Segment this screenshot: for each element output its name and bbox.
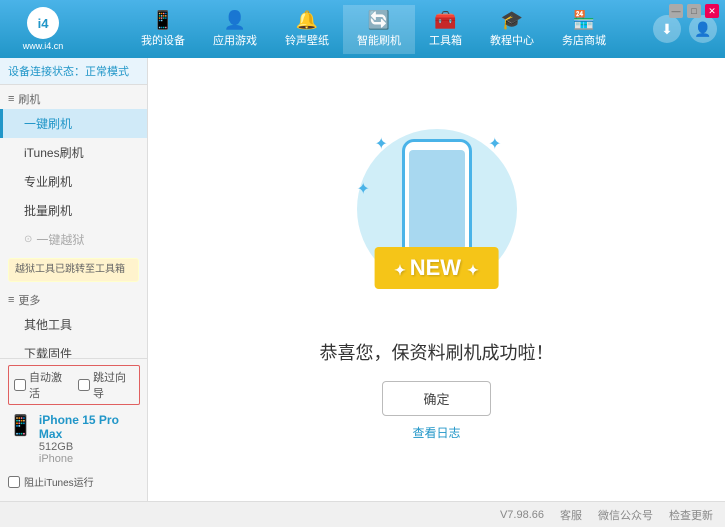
- nav-merchant[interactable]: 🏪 务店商城: [548, 5, 620, 54]
- log-link[interactable]: 查看日志: [412, 424, 460, 441]
- nav-my-device-icon: 📱: [152, 11, 174, 29]
- minimize-button[interactable]: —: [669, 4, 683, 18]
- auto-activate-row: 自动激活 跳过向导: [8, 365, 140, 405]
- jailbreak-notice: 越狱工具已跳转至工具箱: [8, 258, 139, 282]
- phone-screen: [409, 150, 465, 250]
- stop-itunes-label[interactable]: 阻止iTunes运行: [8, 470, 140, 493]
- device-icon: 📱: [8, 413, 33, 438]
- device-type: iPhone: [39, 453, 140, 465]
- header-right: ⬇ 👤: [653, 15, 717, 43]
- nav-ringtones[interactable]: 🔔 铃声壁纸: [271, 5, 343, 54]
- pro-brush-label: 专业刷机: [24, 175, 72, 189]
- download-button[interactable]: ⬇: [653, 15, 681, 43]
- section-brush-label: 刷机: [18, 91, 40, 107]
- nav-merchant-label: 务店商城: [562, 32, 606, 48]
- sidebar-item-other-tools[interactable]: 其他工具: [0, 310, 147, 339]
- nav-toolbox[interactable]: 🧰 工具箱: [415, 5, 476, 54]
- sidebar-item-jailbreak: ⊙ 一键越狱: [0, 225, 147, 254]
- main-content: ✦ ✦ ✦ NEW 恭喜您，保资料刷机成功啦！ 确定 查看日志: [148, 58, 725, 501]
- stop-itunes-text: 阻止iTunes运行: [24, 474, 94, 489]
- nav-tutorials-icon: 🎓: [501, 11, 523, 29]
- nav-my-device-label: 我的设备: [141, 32, 185, 48]
- nav-my-device[interactable]: 📱 我的设备: [127, 5, 199, 54]
- stop-itunes-row: 阻止iTunes运行: [0, 468, 148, 495]
- window-controls: — □ ✕: [669, 4, 719, 18]
- one-click-brush-label: 一键刷机: [24, 117, 72, 131]
- nav-toolbox-label: 工具箱: [429, 32, 462, 48]
- nav-smart-brush[interactable]: 🔄 智能刷机: [343, 5, 415, 54]
- nav-tutorials[interactable]: 🎓 教程中心: [476, 5, 548, 54]
- nav-ringtones-icon: 🔔: [296, 11, 318, 29]
- section-brush-icon: ≡: [8, 93, 14, 105]
- main-layout: 设备连接状态：正常模式 ≡ 刷机 一键刷机 iTunes刷机 专业刷机 批量刷机…: [0, 58, 725, 501]
- batch-brush-label: 批量刷机: [24, 204, 72, 218]
- stop-itunes-checkbox[interactable]: [8, 476, 20, 488]
- auto-activate-checkbox[interactable]: [14, 379, 26, 391]
- itunes-brush-label: iTunes刷机: [24, 146, 84, 160]
- header: i4 www.i4.cn 📱 我的设备 👤 应用游戏 🔔 铃声壁纸 🔄 智能刷机: [0, 0, 725, 58]
- sparkle-left: ✦: [357, 179, 370, 199]
- logo-subtext: www.i4.cn: [23, 41, 64, 51]
- logo-text: i4: [38, 16, 49, 31]
- nav-apps-games[interactable]: 👤 应用游戏: [199, 5, 271, 54]
- auto-activate-label[interactable]: 自动激活: [14, 369, 70, 401]
- logo-icon: i4: [27, 7, 59, 39]
- other-tools-label: 其他工具: [24, 318, 72, 332]
- nav-apps-games-label: 应用游戏: [213, 32, 257, 48]
- sidebar: 设备连接状态：正常模式 ≡ 刷机 一键刷机 iTunes刷机 专业刷机 批量刷机…: [0, 58, 148, 501]
- new-label: NEW: [410, 255, 461, 280]
- confirm-button[interactable]: 确定: [382, 381, 490, 416]
- section-more-icon: ≡: [8, 294, 14, 306]
- user-button[interactable]: 👤: [689, 15, 717, 43]
- device-storage: 512GB: [39, 441, 140, 453]
- feedback-link[interactable]: 客服: [560, 507, 582, 523]
- nav-tutorials-label: 教程中心: [490, 32, 534, 48]
- footer: V7.98.66 客服 微信公众号 检查更新: [0, 501, 725, 527]
- main-nav: 📱 我的设备 👤 应用游戏 🔔 铃声壁纸 🔄 智能刷机 🧰 工具箱 🎓: [94, 5, 653, 54]
- sidebar-item-itunes-brush[interactable]: iTunes刷机: [0, 138, 147, 167]
- guide-activate-checkbox[interactable]: [78, 379, 90, 391]
- sidebar-section-brush: ≡ 刷机: [0, 85, 147, 109]
- nav-apps-games-icon: 👤: [224, 11, 246, 29]
- section-more-label: 更多: [18, 292, 40, 308]
- guide-activate-text: 跳过向导: [93, 369, 134, 401]
- new-banner: NEW: [374, 247, 499, 289]
- sidebar-item-batch-brush[interactable]: 批量刷机: [0, 196, 147, 225]
- nav-smart-brush-label: 智能刷机: [357, 32, 401, 48]
- device-name: iPhone 15 Pro Max: [39, 413, 140, 441]
- nav-merchant-icon: 🏪: [573, 11, 595, 29]
- sparkle-top-left: ✦: [375, 134, 388, 154]
- device-text-block: iPhone 15 Pro Max 512GB iPhone: [39, 413, 140, 465]
- phone-illustration: ✦ ✦ ✦ NEW: [347, 119, 527, 319]
- wechat-link[interactable]: 微信公众号: [598, 507, 653, 523]
- status-bar: 设备连接状态：正常模式: [0, 58, 147, 85]
- close-button[interactable]: ✕: [705, 4, 719, 18]
- logo-area: i4 www.i4.cn: [8, 7, 78, 51]
- success-message: 恭喜您，保资料刷机成功啦！: [320, 339, 554, 365]
- sidebar-section-more: ≡ 更多: [0, 286, 147, 310]
- version-text: V7.98.66: [500, 509, 544, 521]
- device-info: 📱 iPhone 15 Pro Max 512GB iPhone: [8, 409, 140, 469]
- maximize-button[interactable]: □: [687, 4, 701, 18]
- status-value: 正常模式: [85, 66, 129, 78]
- sidebar-item-one-click-brush[interactable]: 一键刷机: [0, 109, 147, 138]
- status-label: 设备连接状态：: [8, 66, 85, 78]
- auto-activate-text: 自动激活: [29, 369, 70, 401]
- guide-activate-label[interactable]: 跳过向导: [78, 369, 134, 401]
- nav-ringtones-label: 铃声壁纸: [285, 32, 329, 48]
- sidebar-bottom: 自动激活 跳过向导 📱 iPhone 15 Pro Max 512GB iPho…: [0, 358, 148, 475]
- jailbreak-label: 一键越狱: [36, 231, 84, 248]
- nav-smart-brush-icon: 🔄: [368, 11, 390, 29]
- check-update-link[interactable]: 检查更新: [669, 507, 713, 523]
- sparkle-top-right: ✦: [488, 134, 501, 154]
- nav-toolbox-icon: 🧰: [434, 11, 456, 29]
- sidebar-item-pro-brush[interactable]: 专业刷机: [0, 167, 147, 196]
